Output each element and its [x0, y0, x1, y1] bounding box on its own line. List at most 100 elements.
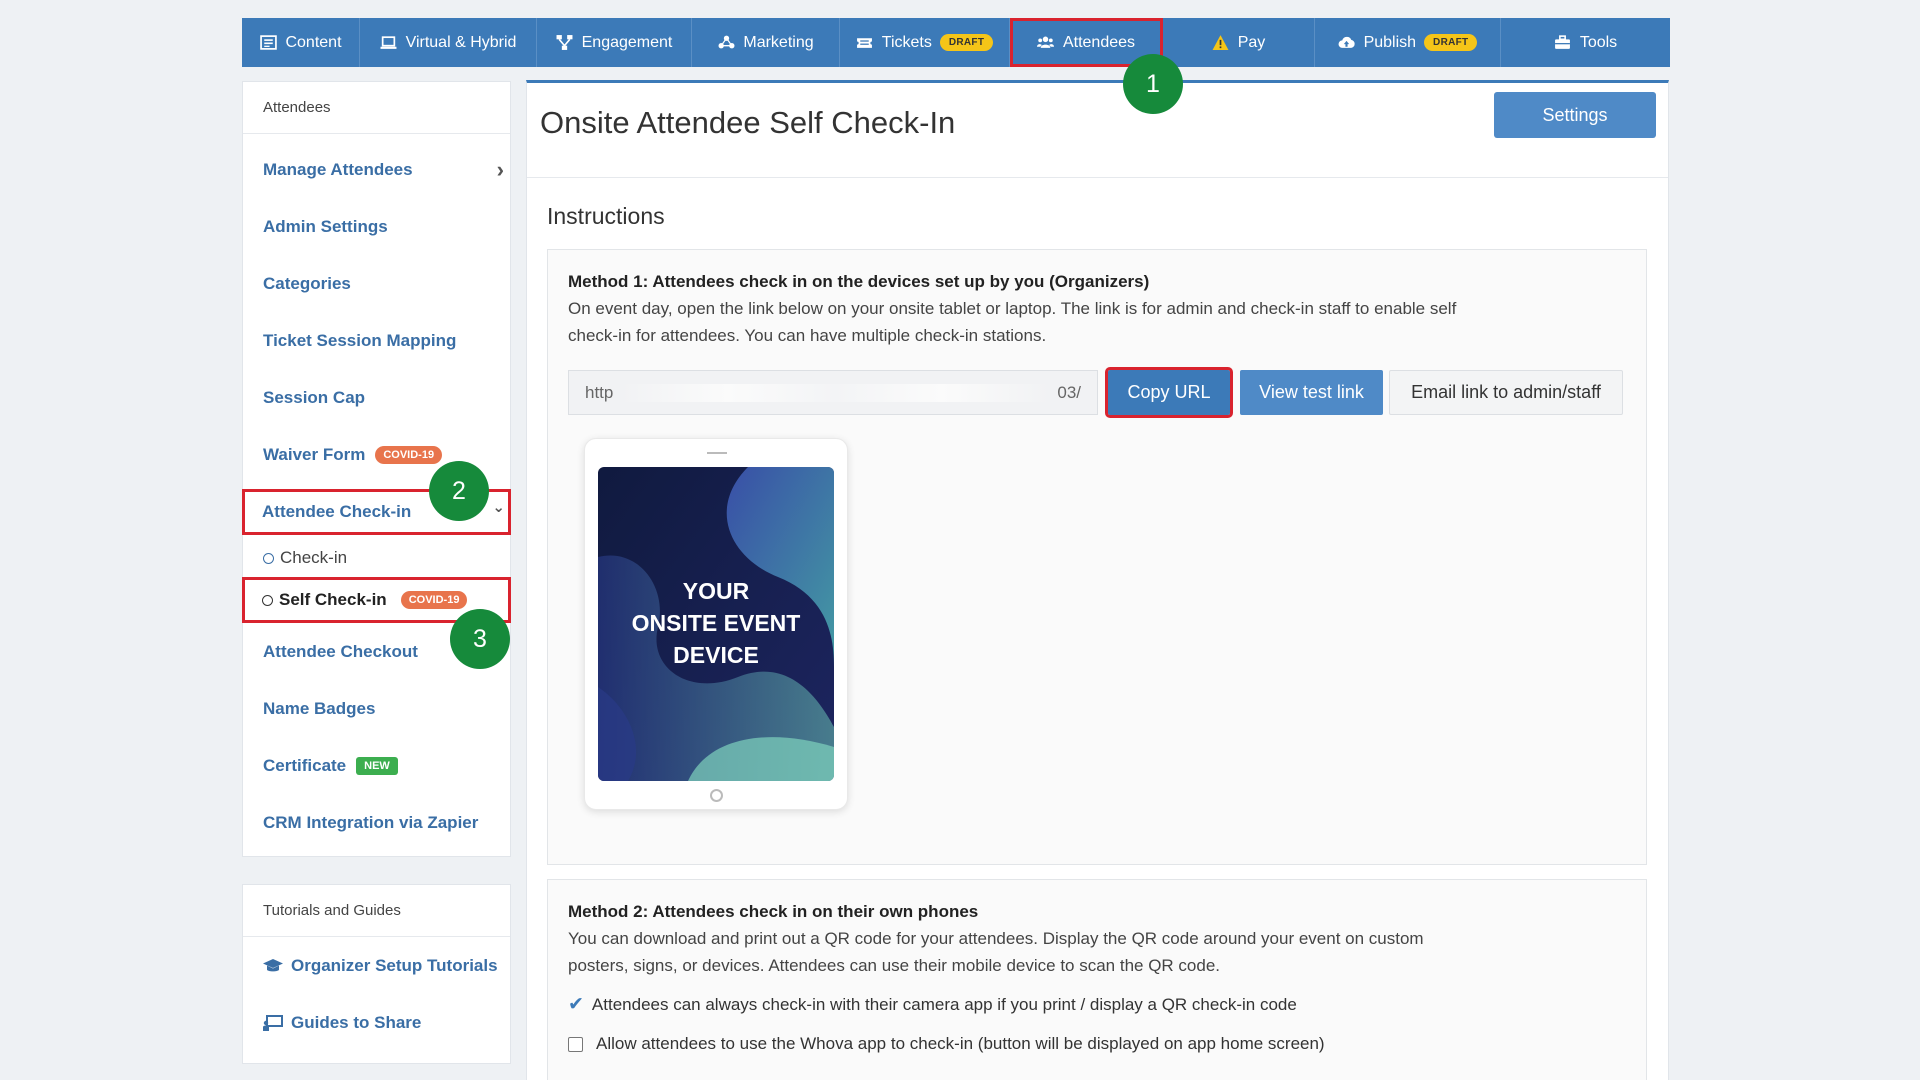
url-redacted — [621, 383, 1050, 402]
nav-tab-tools[interactable]: Tools — [1501, 18, 1670, 67]
tablet-screen: YOUR ONSITE EVENT DEVICE — [598, 467, 834, 781]
tutorials-header: Tutorials and Guides — [243, 885, 510, 937]
sidebar-item-certificate[interactable]: Certificate NEW — [243, 737, 510, 794]
sidebar-item-ticket-session-mapping[interactable]: Ticket Session Mapping — [243, 312, 510, 369]
sidebar-item-name-badges[interactable]: Name Badges — [243, 680, 510, 737]
sidebar-item-label: Name Badges — [263, 698, 376, 718]
sidebar-item-categories[interactable]: Categories — [243, 255, 510, 312]
tutorials-panel: Tutorials and Guides Organizer Setup Tut… — [242, 884, 511, 1064]
device-text: YOUR ONSITE EVENT DEVICE — [598, 575, 834, 671]
chevron-down-icon: ⌄ — [492, 499, 505, 517]
sidebar-item-crm-integration[interactable]: CRM Integration via Zapier — [243, 794, 510, 851]
nav-tab-label: Content — [285, 33, 342, 51]
tablet-home-button — [710, 789, 723, 802]
step-marker-3: 3 — [450, 609, 510, 669]
users-icon — [1037, 34, 1055, 52]
subitem-label: Self Check-in — [279, 590, 387, 609]
nav-tab-label: Virtual & Hybrid — [405, 33, 517, 51]
whova-app-checkbox[interactable] — [568, 1036, 583, 1052]
sidebar-item-session-cap[interactable]: Session Cap — [243, 369, 510, 426]
page-title: Onsite Attendee Self Check-In — [540, 105, 956, 140]
settings-button[interactable]: Settings — [1494, 92, 1656, 138]
method-2-box: Method 2: Attendees check in on their ow… — [547, 879, 1647, 1080]
sidebar-item-label: Session Cap — [263, 387, 366, 407]
sidebar-item-label: Certificate — [263, 755, 347, 775]
nav-tab-marketing[interactable]: Marketing — [692, 18, 840, 67]
nav-tab-pay[interactable]: Pay — [1163, 18, 1315, 67]
nav-tab-label: Pay — [1237, 33, 1266, 51]
sidebar-item-label: Waiver Form — [263, 444, 366, 464]
top-navigation: Content Virtual & Hybrid Engagement Mark… — [242, 18, 1670, 67]
sidebar-item-label: Manage Attendees — [263, 159, 413, 179]
url-suffix: 03/ — [1057, 382, 1081, 402]
nav-tab-virtual-hybrid[interactable]: Virtual & Hybrid — [360, 18, 537, 67]
draft-badge: DRAFT — [1424, 34, 1478, 51]
onsite-device-illustration: YOUR ONSITE EVENT DEVICE — [584, 438, 848, 810]
guide-label: Organizer Setup Tutorials — [291, 955, 498, 975]
laptop-icon — [380, 34, 398, 52]
new-badge: NEW — [356, 756, 398, 775]
nav-tab-label: Tickets — [881, 33, 932, 51]
method-1-description: On event day, open the link below on you… — [568, 299, 1457, 345]
step-marker-1: 1 — [1123, 54, 1183, 114]
nav-tab-engagement[interactable]: Engagement — [537, 18, 692, 67]
sidebar-item-label: CRM Integration via Zapier — [263, 812, 479, 832]
covid-badge: COVID-19 — [375, 445, 443, 464]
subitem-label: Check-in — [280, 548, 348, 567]
whova-app-checkin-row: Allow attendees to use the Whova app to … — [568, 1034, 1626, 1054]
network-icon — [556, 34, 574, 52]
sidebar-subitem-check-in[interactable]: Check-in — [243, 539, 510, 577]
chevron-right-icon: › — [496, 156, 504, 182]
nav-tab-label: Marketing — [743, 33, 814, 51]
guide-label: Guides to Share — [291, 1012, 422, 1032]
nav-tab-label: Engagement — [581, 33, 673, 51]
sidebar-item-label: Attendee Checkout — [263, 641, 418, 661]
graduation-cap-icon — [263, 958, 283, 971]
sidebar-item-label: Categories — [263, 273, 351, 293]
url-row: http 03/ Copy URL View test link Email l… — [568, 367, 1623, 418]
device-text-line: DEVICE — [673, 642, 759, 668]
bullet-circle-icon — [262, 594, 273, 606]
view-test-link-button[interactable]: View test link — [1240, 370, 1383, 415]
sidebar-item-manage-attendees[interactable]: Manage Attendees › — [243, 141, 510, 198]
sidebar-item-admin-settings[interactable]: Admin Settings — [243, 198, 510, 255]
main-content: Onsite Attendee Self Check-In Settings I… — [526, 80, 1669, 1080]
guides-to-share-link[interactable]: Guides to Share — [243, 994, 510, 1051]
nav-tab-label: Attendees — [1062, 33, 1136, 51]
method-2-description: You can download and print out a QR code… — [568, 929, 1424, 975]
sidebar-item-label: Admin Settings — [263, 216, 388, 236]
nav-tab-tickets[interactable]: Tickets DRAFT — [840, 18, 1010, 67]
copy-url-button[interactable]: Copy URL — [1105, 367, 1233, 418]
step-marker-2: 2 — [429, 461, 489, 521]
nav-tab-label: Publish — [1363, 33, 1417, 51]
ticket-icon — [856, 34, 874, 52]
url-prefix: http — [585, 382, 614, 402]
camera-checkin-label: Attendees can always check-in with their… — [591, 994, 1297, 1014]
email-link-button[interactable]: Email link to admin/staff — [1389, 370, 1623, 415]
warning-icon — [1212, 34, 1230, 52]
sidebar-item-label: Ticket Session Mapping — [263, 330, 457, 350]
tablet-speaker — [707, 452, 727, 454]
sidebar-header: Attendees — [243, 82, 510, 134]
draft-badge: DRAFT — [939, 34, 994, 51]
nav-tab-content[interactable]: Content — [242, 18, 360, 67]
organizer-setup-tutorials-link[interactable]: Organizer Setup Tutorials — [243, 937, 510, 994]
whova-app-checkin-label: Allow attendees to use the Whova app to … — [596, 1034, 1325, 1053]
method-2-title: Method 2: Attendees check in on their ow… — [568, 902, 979, 921]
device-text-line: YOUR — [682, 578, 750, 604]
covid-badge: COVID-19 — [400, 591, 468, 609]
main-header: Onsite Attendee Self Check-In Settings — [527, 83, 1668, 178]
nav-tab-publish[interactable]: Publish DRAFT — [1315, 18, 1501, 67]
toolbox-icon — [1554, 34, 1572, 52]
nav-tab-label: Tools — [1579, 33, 1618, 51]
device-text-line: ONSITE EVENT — [631, 610, 801, 636]
presentation-icon — [263, 1014, 283, 1031]
method-1-title: Method 1: Attendees check in on the devi… — [568, 272, 1150, 291]
method-1-box: Method 1: Attendees check in on the devi… — [547, 249, 1647, 865]
camera-checkin-row: ✔ Attendees can always check-in with the… — [568, 993, 1626, 1016]
checkin-url-field[interactable]: http 03/ — [568, 370, 1098, 415]
bullet-circle-icon — [263, 552, 274, 564]
cloud-upload-icon — [1338, 34, 1356, 52]
content-icon — [259, 34, 277, 52]
marketing-icon — [717, 34, 735, 52]
